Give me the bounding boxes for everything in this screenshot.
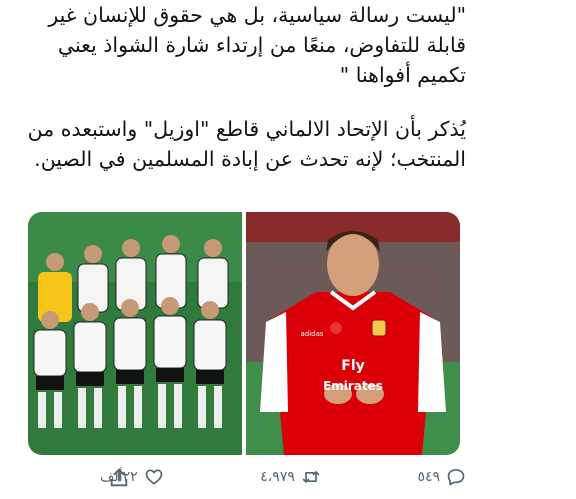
- reply-icon: [447, 469, 465, 486]
- retweet-count: ٤،٩٧٩: [260, 469, 295, 485]
- tweet-paragraph: "ليست رسالة سياسية، بل هي حقوق للإنسان غ…: [48, 3, 466, 87]
- like-button[interactable]: ٢٢ألف: [100, 467, 164, 487]
- shirt-sponsor-line2: Emirates: [323, 379, 383, 393]
- retweet-icon: [302, 471, 320, 483]
- shirt-sponsor-line1: Fly: [341, 358, 365, 374]
- reply-count: ٥٤٩: [417, 469, 440, 485]
- reply-button[interactable]: ٥٤٩: [417, 467, 466, 487]
- retweet-button[interactable]: ٤،٩٧٩: [260, 467, 321, 487]
- shirt-brand: adidas: [300, 330, 323, 338]
- heart-icon: [145, 469, 163, 485]
- tweet-text: "ليست رسالة سياسية، بل هي حقوق للإنسان غ…: [20, 0, 466, 198]
- team-photo[interactable]: [28, 212, 242, 455]
- player-photo[interactable]: Fly Emirates adidas: [246, 212, 460, 455]
- tweet-actions: ٥٤٩ ٤،٩٧٩ ٢٢ألف: [100, 462, 466, 492]
- like-count: ٢٢ألف: [100, 469, 138, 485]
- media-grid[interactable]: Fly Emirates adidas: [28, 212, 460, 455]
- tweet-paragraph: يُذكر بأن الإتحاد الالماني قاطع "اوزيل" …: [27, 117, 466, 171]
